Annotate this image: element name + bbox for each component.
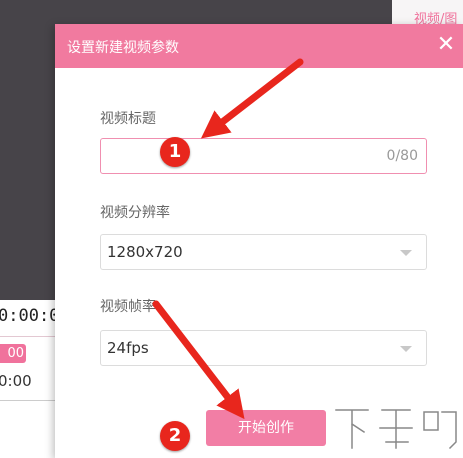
divider	[0, 336, 60, 337]
timeline-badge: 00	[0, 344, 26, 363]
new-video-dialog: 设置新建视频参数 ✕ 视频标题 0/80 视频分辨率 1280x720 视频帧率…	[55, 24, 463, 458]
resolution-label: 视频分辨率	[100, 205, 170, 221]
step-marker-1: 1	[160, 137, 190, 167]
timeline-line	[0, 400, 60, 401]
chevron-down-icon	[400, 250, 412, 256]
step-marker-2: 2	[160, 421, 190, 451]
timecode-display: 0:00:0	[0, 306, 60, 326]
close-icon[interactable]: ✕	[435, 34, 457, 56]
char-counter: 0/80	[386, 148, 418, 164]
framerate-select[interactable]: 24fps	[100, 330, 427, 366]
chevron-down-icon	[400, 346, 412, 352]
dialog-title: 设置新建视频参数	[67, 40, 179, 56]
start-create-button[interactable]: 开始创作	[206, 410, 326, 446]
video-title-label: 视频标题	[100, 111, 156, 127]
dialog-header: 设置新建视频参数 ✕	[55, 24, 463, 68]
video-title-input[interactable]: 0/80	[100, 138, 427, 174]
framerate-label: 视频帧率	[100, 299, 156, 315]
framerate-value: 24fps	[107, 339, 149, 357]
resolution-select[interactable]: 1280x720	[100, 234, 427, 270]
watermark-logo	[333, 407, 459, 452]
timeline-time-label: 0:00	[0, 372, 32, 390]
resolution-value: 1280x720	[107, 243, 183, 261]
